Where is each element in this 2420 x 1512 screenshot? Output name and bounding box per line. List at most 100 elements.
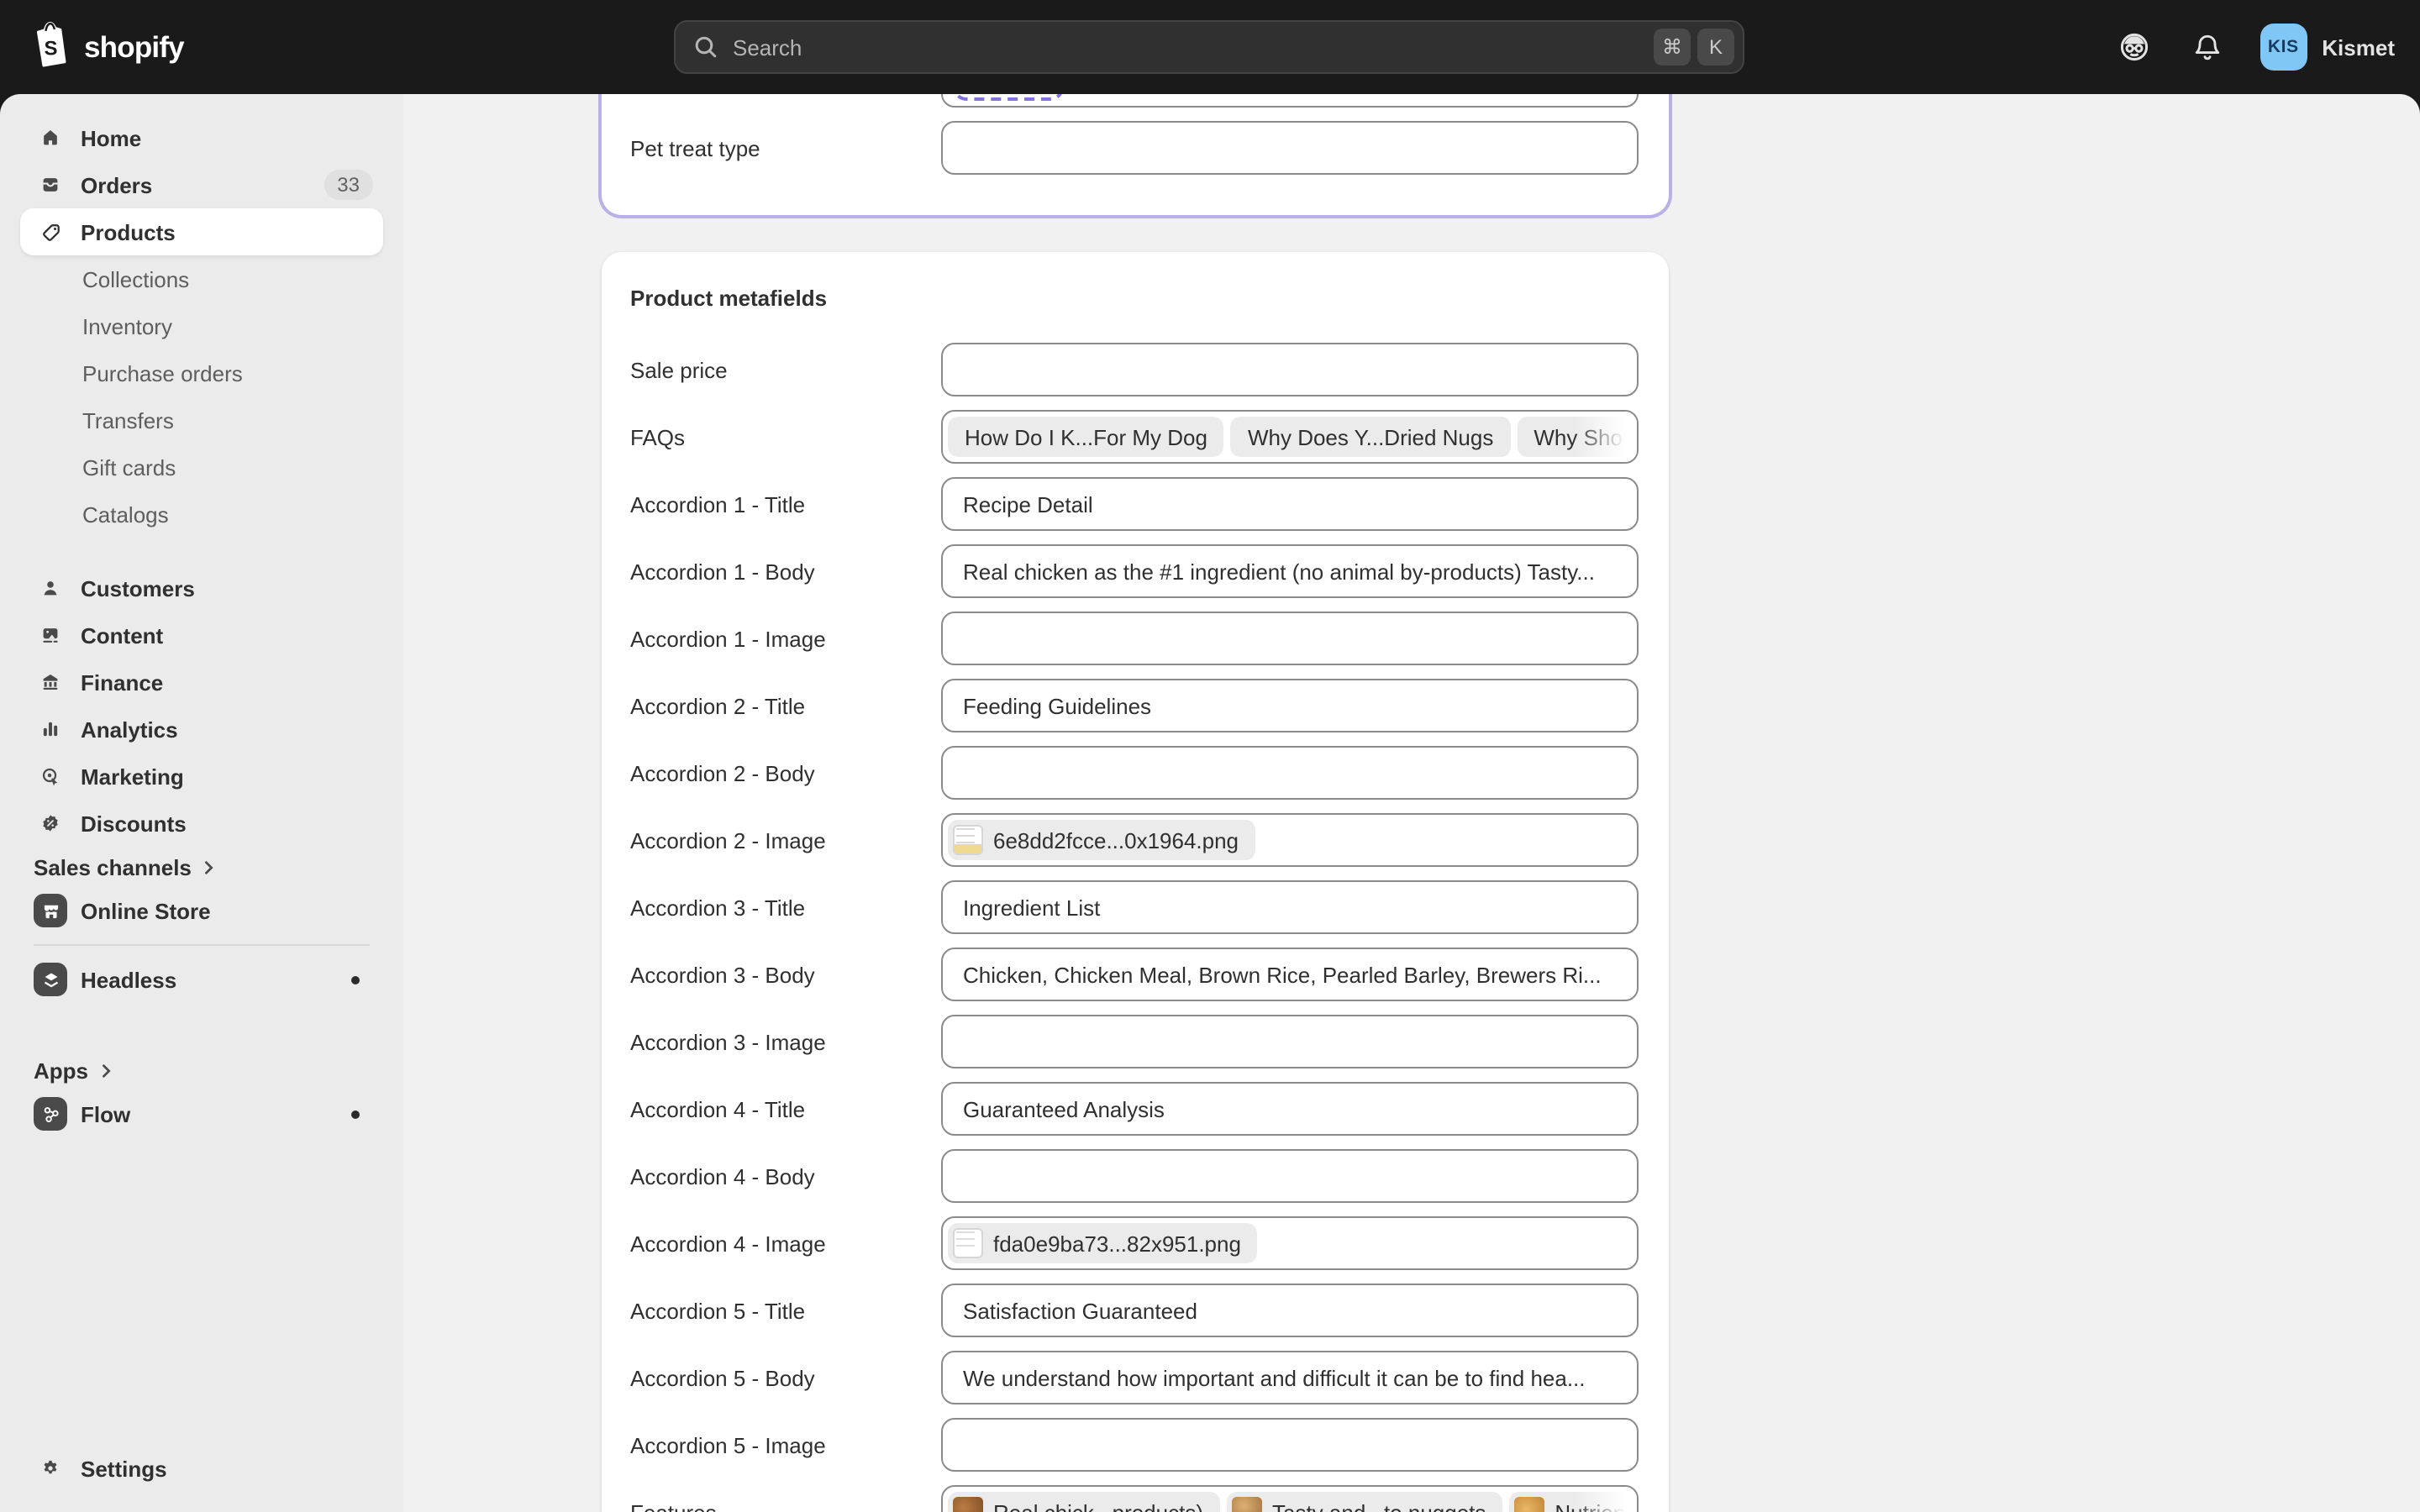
chip-label: Why Does Y...Dried Nugs xyxy=(1248,424,1493,449)
sidebar: Home Orders 33 Products CollectionsInven… xyxy=(0,94,403,1512)
home-icon xyxy=(34,121,67,155)
sidebar-subitem-collections[interactable]: Collections xyxy=(20,255,383,302)
sidebar-subitem-catalogs[interactable]: Catalogs xyxy=(20,491,383,538)
user-menu[interactable]: KIS Kismet xyxy=(2260,24,2395,71)
field-label: Accordion 5 - Title xyxy=(630,1298,941,1323)
apps-label: Apps xyxy=(34,1058,88,1083)
field-input-features[interactable]: Real chick...products) Tasty and...to nug… xyxy=(941,1485,1639,1512)
field-label: FAQs xyxy=(630,424,941,449)
field-input-accordion-2-title[interactable]: Feeding Guidelines xyxy=(941,679,1639,732)
feature-thumbnail xyxy=(1232,1497,1262,1512)
sidebar-item-flow[interactable]: Flow xyxy=(20,1090,383,1137)
content-column: Pet treat type Product metafields Sale p… xyxy=(602,94,1669,1512)
hidden-field-input[interactable] xyxy=(941,94,1639,108)
chevron-right-icon xyxy=(202,859,217,874)
online-store-label: Online Store xyxy=(81,898,211,923)
value-chip[interactable]: How Do I K...For My Dog xyxy=(948,417,1224,457)
field-input-accordion-1-body[interactable]: Real chicken as the #1 ingredient (no an… xyxy=(941,544,1639,598)
chip-label: Why Should...W xyxy=(1534,424,1639,449)
value-chip[interactable]: Real chick...products) xyxy=(948,1492,1220,1512)
headless-notification-dot xyxy=(351,975,360,984)
sales-channels-header[interactable]: Sales channels xyxy=(20,847,383,887)
search-input[interactable]: Search ⌘ K xyxy=(674,20,1744,74)
flow-notification-dot xyxy=(351,1110,360,1118)
apps-header[interactable]: Apps xyxy=(20,1050,383,1090)
field-value: Recipe Detail xyxy=(963,491,1093,517)
field-input-accordion-5-body[interactable]: We understand how important and difficul… xyxy=(941,1351,1639,1404)
chart-icon xyxy=(34,712,67,746)
sidebar-subitem-gift-cards[interactable]: Gift cards xyxy=(20,444,383,491)
field-input-accordion-4-image[interactable]: fda0e9ba73...82x951.png xyxy=(941,1216,1639,1270)
field-row: Accordion 1 - Body Real chicken as the #… xyxy=(630,544,1640,598)
file-chip[interactable]: fda0e9ba73...82x951.png xyxy=(948,1223,1258,1263)
sidebar-item-analytics[interactable]: Analytics xyxy=(20,706,383,753)
field-input-accordion-3-title[interactable]: Ingredient List xyxy=(941,880,1639,934)
field-input-accordion-4-body[interactable] xyxy=(941,1149,1639,1203)
sidebar-item-orders[interactable]: Orders 33 xyxy=(20,161,383,208)
sidebar-subitem-transfers[interactable]: Transfers xyxy=(20,396,383,444)
field-input-accordion-5-image[interactable] xyxy=(941,1418,1639,1472)
field-input-accordion-2-image[interactable]: 6e8dd2fcce...0x1964.png xyxy=(941,813,1639,867)
field-value: Feeding Guidelines xyxy=(963,693,1151,718)
avatar: KIS xyxy=(2260,24,2307,71)
value-chip[interactable]: Tasty and...to nuggets xyxy=(1227,1492,1502,1512)
value-chip[interactable]: Nutrient... xyxy=(1509,1492,1639,1512)
file-chip[interactable]: 6e8dd2fcce...0x1964.png xyxy=(948,820,1255,860)
sidebar-item-home[interactable]: Home xyxy=(20,114,383,161)
field-row: Accordion 2 - Body xyxy=(630,746,1640,800)
field-input-accordion-1-title[interactable]: Recipe Detail xyxy=(941,477,1639,531)
field-value: Guaranteed Analysis xyxy=(963,1096,1165,1121)
sidebar-products-subnav: CollectionsInventoryPurchase ordersTrans… xyxy=(0,255,403,538)
value-chip[interactable]: Why Does Y...Dried Nugs xyxy=(1231,417,1510,457)
discount-icon xyxy=(34,806,67,840)
field-row: Accordion 5 - Body We understand how imp… xyxy=(630,1351,1640,1404)
card-product-details: Pet treat type xyxy=(602,94,1669,215)
sidebar-item-content[interactable]: Content xyxy=(20,612,383,659)
sidebar-item-label: Customers xyxy=(81,575,195,601)
field-input-accordion-3-image[interactable] xyxy=(941,1015,1639,1068)
sidebar-item-finance[interactable]: Finance xyxy=(20,659,383,706)
flow-icon xyxy=(34,1097,67,1131)
gear-icon xyxy=(34,1452,67,1485)
sidebar-item-headless[interactable]: Headless xyxy=(20,956,383,1003)
card-title: Product metafields xyxy=(630,286,1640,311)
dashed-selection-chip xyxy=(953,94,1064,101)
field-label: Accordion 4 - Body xyxy=(630,1163,941,1189)
card-product-metafields: Product metafields Sale price FAQs How D… xyxy=(602,252,1669,1512)
field-label: Features xyxy=(630,1499,941,1512)
sidebar-subitem-purchase-orders[interactable]: Purchase orders xyxy=(20,349,383,396)
person-icon xyxy=(34,571,67,605)
shopify-logo[interactable]: S shopify xyxy=(30,0,184,94)
sidebar-item-discounts[interactable]: Discounts xyxy=(20,800,383,847)
sidebar-item-marketing[interactable]: Marketing xyxy=(20,753,383,800)
field-row: FAQs How Do I K...For My Dog Why Does Y..… xyxy=(630,410,1640,464)
field-value: Ingredient List xyxy=(963,895,1100,920)
field-value: Satisfaction Guaranteed xyxy=(963,1298,1197,1323)
sidebar-subitem-inventory[interactable]: Inventory xyxy=(20,302,383,349)
field-input-faqs[interactable]: How Do I K...For My Dog Why Does Y...Drie… xyxy=(941,410,1639,464)
search-icon xyxy=(692,34,719,60)
field-input-accordion-3-body[interactable]: Chicken, Chicken Meal, Brown Rice, Pearl… xyxy=(941,948,1639,1001)
sidebar-item-customers[interactable]: Customers xyxy=(20,564,383,612)
field-input-accordion-2-body[interactable] xyxy=(941,746,1639,800)
target-icon xyxy=(34,759,67,793)
sidebar-item-label: Content xyxy=(81,622,163,648)
field-label: Accordion 3 - Title xyxy=(630,895,941,920)
field-input-accordion-1-image[interactable] xyxy=(941,612,1639,665)
sidekick-assistant-icon[interactable] xyxy=(2108,22,2159,72)
media-icon xyxy=(34,618,67,652)
sidebar-item-settings[interactable]: Settings xyxy=(20,1445,383,1492)
field-input-accordion-5-title[interactable]: Satisfaction Guaranteed xyxy=(941,1284,1639,1337)
sidebar-divider xyxy=(34,944,370,946)
notifications-bell-icon[interactable] xyxy=(2182,22,2233,72)
value-chip[interactable]: Why Should...W xyxy=(1517,417,1639,457)
pet-treat-type-input[interactable] xyxy=(941,121,1639,175)
field-row: Sale price xyxy=(630,343,1640,396)
field-input-sale-price[interactable] xyxy=(941,343,1639,396)
field-label: Sale price xyxy=(630,357,941,382)
headless-icon xyxy=(34,963,67,996)
sidebar-item-online-store[interactable]: Online Store xyxy=(20,887,383,934)
sidebar-item-products[interactable]: Products xyxy=(20,208,383,255)
field-input-accordion-4-title[interactable]: Guaranteed Analysis xyxy=(941,1082,1639,1136)
field-row: Accordion 3 - Title Ingredient List xyxy=(630,880,1640,934)
